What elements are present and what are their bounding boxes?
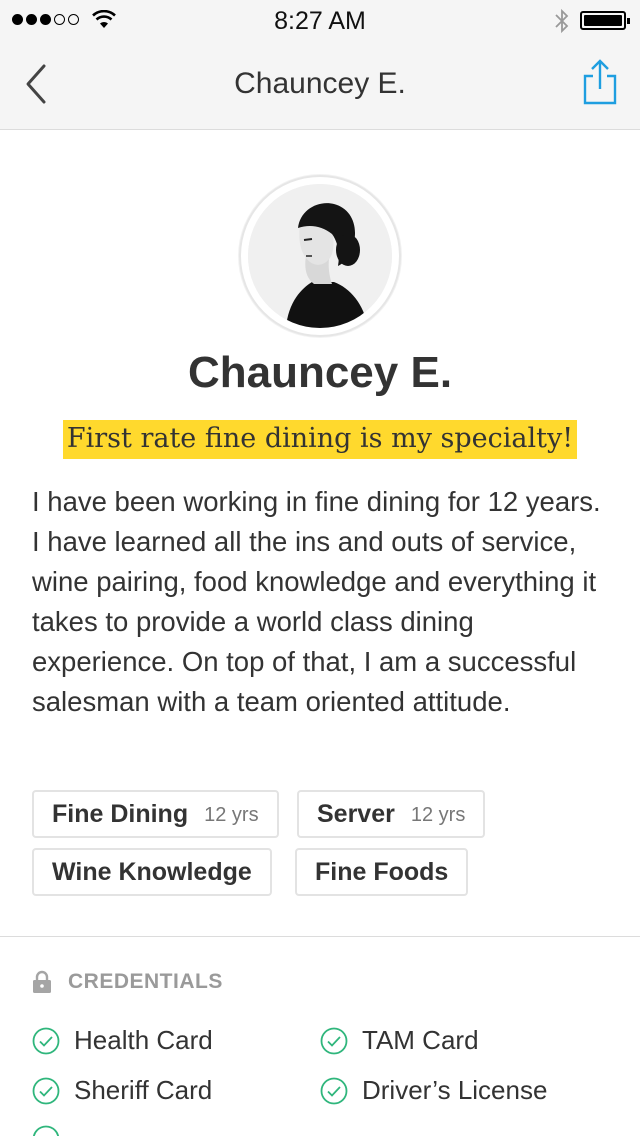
tagline: First rate fine dining is my specialty! xyxy=(62,420,578,459)
navigation-bar: Chauncey E. xyxy=(0,40,640,130)
skill-years: 12 yrs xyxy=(410,804,466,826)
skill-tag-server[interactable]: Server 12 yrs xyxy=(297,790,486,838)
section-divider xyxy=(0,936,640,937)
skill-tag-fine-dining[interactable]: Fine Dining 12 yrs xyxy=(32,790,279,838)
check-circle-icon xyxy=(320,1077,348,1104)
credential-label: Sheriff Card xyxy=(74,1075,213,1105)
check-circle-icon xyxy=(32,1077,60,1104)
avatar xyxy=(239,175,401,337)
skill-name: Server xyxy=(317,799,395,828)
profile-photo xyxy=(248,184,392,328)
credential-label: TAM Card xyxy=(362,1025,479,1055)
bio-text: I have been working in fine dining for 1… xyxy=(32,486,601,717)
credential-sheriff-card: Sheriff Card xyxy=(32,1075,212,1106)
credential-label: Health Card xyxy=(74,1025,213,1055)
skill-name: Fine Dining xyxy=(52,799,189,828)
skill-years: 12 yrs xyxy=(204,804,259,826)
skill-tag-fine-foods[interactable]: Fine Foods xyxy=(295,848,469,896)
share-icon[interactable] xyxy=(580,58,620,106)
status-time: 8:27 AM xyxy=(274,7,366,35)
credential-label: Driver’s License xyxy=(362,1075,548,1105)
credential-drivers-license: Driver’s License xyxy=(320,1075,547,1106)
nav-title: Chauncey E. xyxy=(234,67,406,100)
credentials-header: CREDENTIALS xyxy=(32,970,223,994)
battery-icon xyxy=(580,11,630,30)
check-circle-icon xyxy=(320,1027,348,1054)
credential-tam-card: TAM Card xyxy=(320,1025,479,1056)
lock-icon xyxy=(33,970,51,993)
tagline-container: First rate fine dining is my specialty! xyxy=(0,420,640,459)
credential-health-card: Health Card xyxy=(32,1025,213,1056)
skill-tag-wine-knowledge[interactable]: Wine Knowledge xyxy=(32,848,272,896)
skill-name: Fine Foods xyxy=(315,857,449,886)
status-bar: 8:27 AM xyxy=(0,0,640,40)
credentials-title: CREDENTIALS xyxy=(68,970,223,993)
profile-name: Chauncey E. xyxy=(187,348,453,397)
skill-name: Wine Knowledge xyxy=(52,857,252,886)
bluetooth-icon xyxy=(555,8,569,34)
check-circle-icon xyxy=(32,1125,60,1136)
check-circle-icon xyxy=(32,1027,60,1054)
